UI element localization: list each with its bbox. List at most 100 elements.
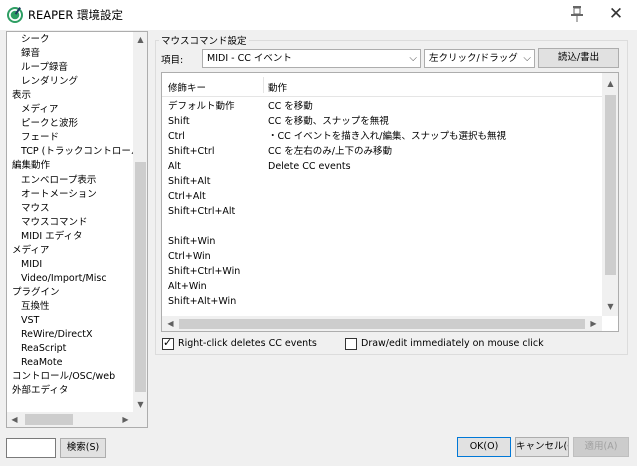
title-bar: REAPER 環境設定 ✕ — [0, 0, 637, 30]
search-button[interactable]: 検索(S) — [60, 438, 106, 458]
tree-item[interactable]: ReaScript — [21, 342, 66, 356]
tree-item[interactable]: ピークと波形 — [21, 117, 78, 131]
row-action: CC を移動 — [268, 101, 313, 112]
tree-scroll-thumb[interactable] — [135, 162, 146, 392]
tree-item[interactable]: エンベロープ表示 — [21, 174, 96, 188]
window-title: REAPER 環境設定 — [28, 8, 123, 22]
column-divider[interactable] — [263, 77, 264, 93]
table-row[interactable]: Shift+Ctrl+Win — [162, 264, 602, 279]
tree-item[interactable]: メディア — [21, 103, 58, 117]
ok-button[interactable]: OK(O) — [457, 437, 511, 457]
scroll-up-icon[interactable]: ▲ — [133, 32, 147, 47]
scroll-left-icon[interactable]: ◀ — [7, 412, 22, 427]
mouse-command-list[interactable]: 修飾キー 動作 デフォルト動作 CC を移動 Shift CC を移動、スナップを無視… — [161, 72, 619, 332]
tree-item[interactable]: プラグイン — [12, 286, 60, 300]
scroll-down-icon[interactable]: ▼ — [603, 299, 618, 314]
row-modifier: Ctrl — [168, 131, 185, 142]
tree-item[interactable]: マウスコマンド — [21, 216, 88, 230]
tree-horizontal-scrollbar[interactable]: ◀ ▶ — [7, 412, 133, 427]
row-modifier: Ctrl+Win — [168, 251, 211, 262]
row-modifier: Shift+Win — [168, 236, 216, 247]
column-header-modifier[interactable]: 修飾キー — [168, 80, 206, 94]
table-row[interactable]: Shift CC を移動、スナップを無視 — [162, 114, 602, 129]
tree-item[interactable]: 表示 — [12, 89, 31, 103]
list-scroll-thumb[interactable] — [605, 95, 616, 275]
table-row[interactable]: Alt Delete CC events — [162, 159, 602, 174]
tree-item[interactable]: コントロール/OSC/web — [12, 370, 115, 384]
row-modifier: Shift+Alt+Win — [168, 296, 237, 307]
context-label: 項目: — [161, 55, 184, 66]
tree-item[interactable]: Video/Import/Misc — [21, 272, 107, 286]
tree-item[interactable]: TCP (トラックコントロール — [21, 145, 140, 159]
row-modifier: Shift+Ctrl+Alt — [168, 206, 236, 217]
preferences-tree[interactable]: シーク 録音 ループ録音 レンダリング 表示 メディア ピークと波形 フェード TCP (トラッ… — [6, 31, 148, 428]
table-row[interactable]: Shift+Alt+Win — [162, 294, 602, 309]
tree-vertical-scrollbar[interactable]: ▲ ▼ — [133, 32, 147, 412]
tree-item[interactable]: ReaMote — [21, 356, 62, 370]
tree-item[interactable]: フェード — [21, 131, 59, 145]
tree-item[interactable]: 外部エディタ — [12, 384, 68, 398]
row-action: Delete CC events — [268, 161, 351, 172]
right-click-deletes-label[interactable]: Right-click deletes CC events — [178, 338, 317, 349]
tree-item[interactable]: VST — [21, 314, 39, 328]
draw-edit-immediately-label[interactable]: Draw/edit immediately on mouse click — [361, 338, 544, 349]
close-icon[interactable]: ✕ — [606, 4, 626, 24]
scroll-left-icon[interactable]: ◀ — [163, 316, 178, 331]
tree-item[interactable]: ループ録音 — [21, 61, 68, 75]
tree-item[interactable]: シーク — [21, 33, 50, 47]
table-row[interactable]: Alt+Win — [162, 279, 602, 294]
table-row[interactable]: Shift+Alt — [162, 174, 602, 189]
scroll-corner — [133, 412, 147, 427]
group-title: マウスコマンド設定 — [159, 33, 249, 47]
tree-item[interactable]: 録音 — [21, 47, 40, 61]
row-modifier: Ctrl+Alt — [168, 191, 206, 202]
tree-item[interactable]: MIDI エディタ — [21, 230, 82, 244]
list-header: 修飾キー 動作 — [162, 73, 602, 97]
action-type-select[interactable]: 左クリック/ドラッグ ⌵ — [424, 49, 535, 68]
table-row[interactable]: Ctrl+Alt — [162, 189, 602, 204]
tree-item[interactable]: メディア — [12, 244, 49, 258]
tree-hscroll-thumb[interactable] — [25, 414, 73, 425]
search-input[interactable] — [6, 438, 56, 458]
row-action: CC を左右のみ/上下のみ移動 — [268, 146, 392, 157]
draw-edit-immediately-checkbox[interactable] — [345, 338, 357, 350]
scroll-up-icon[interactable]: ▲ — [603, 76, 618, 91]
table-row[interactable] — [162, 219, 602, 234]
scroll-down-icon[interactable]: ▼ — [133, 397, 147, 412]
row-action: ・CC イベントを描き入れ/編集、スナップも選択も無視 — [268, 131, 506, 142]
table-row[interactable]: Shift+Win — [162, 234, 602, 249]
list-hscroll-thumb[interactable] — [179, 319, 585, 329]
table-row[interactable]: Ctrl+Win — [162, 249, 602, 264]
table-row[interactable]: Shift+Ctrl CC を左右のみ/上下のみ移動 — [162, 144, 602, 159]
table-row[interactable]: Shift+Ctrl+Alt — [162, 204, 602, 219]
scroll-right-icon[interactable]: ▶ — [118, 412, 133, 427]
context-select-value: MIDI - CC イベント — [207, 53, 292, 64]
tree-item[interactable]: 互換性 — [21, 300, 50, 314]
column-header-action[interactable]: 動作 — [268, 80, 287, 94]
tree-item[interactable]: レンダリング — [21, 75, 78, 89]
row-modifier: Shift+Alt — [168, 176, 211, 187]
scroll-right-icon[interactable]: ▶ — [586, 316, 601, 331]
table-row[interactable]: Ctrl ・CC イベントを描き入れ/編集、スナップも選択も無視 — [162, 129, 602, 144]
cancel-button[interactable]: キャンセル(C) — [515, 437, 569, 457]
list-horizontal-scrollbar[interactable]: ◀ ▶ — [162, 316, 602, 331]
tree-item[interactable]: マウス — [21, 202, 50, 216]
reaper-logo-icon — [7, 7, 23, 23]
load-save-button[interactable]: 読込/書出 — [538, 48, 619, 68]
list-vertical-scrollbar[interactable]: ▲ ▼ — [602, 73, 618, 316]
tree-item[interactable]: MIDI — [21, 258, 42, 272]
context-select[interactable]: MIDI - CC イベント ⌵ — [202, 49, 421, 68]
checkmark-icon: ✓ — [163, 336, 173, 349]
tree-item[interactable]: 編集動作 — [12, 159, 50, 173]
tree-item[interactable]: オートメーション — [21, 188, 97, 202]
row-modifier: Shift+Ctrl — [168, 146, 215, 157]
right-click-deletes-checkbox[interactable]: ✓ — [162, 336, 174, 350]
pin-icon[interactable] — [568, 4, 586, 24]
row-modifier: Alt — [168, 161, 181, 172]
row-modifier: Shift — [168, 116, 190, 127]
tree-item[interactable]: ReWire/DirectX — [21, 328, 93, 342]
row-modifier: デフォルト動作 — [168, 101, 235, 112]
apply-button[interactable]: 適用(A) — [573, 437, 629, 457]
table-row[interactable]: デフォルト動作 CC を移動 — [162, 99, 602, 114]
action-type-select-value: 左クリック/ドラッグ — [429, 53, 518, 64]
